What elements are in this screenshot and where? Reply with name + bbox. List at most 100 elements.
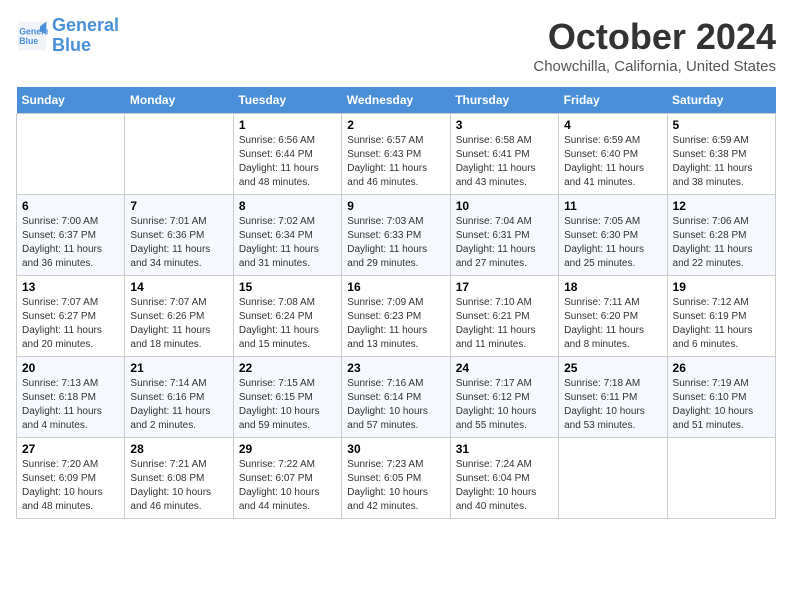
day-number: 20 <box>22 361 119 375</box>
day-number: 6 <box>22 199 119 213</box>
calendar-cell: 11 Sunrise: 7:05 AMSunset: 6:30 PMDayligh… <box>559 195 667 276</box>
main-title: October 2024 <box>533 16 776 58</box>
logo-line2: Blue <box>52 35 91 55</box>
day-number: 24 <box>456 361 553 375</box>
day-info: Sunrise: 7:22 AMSunset: 6:07 PMDaylight:… <box>239 458 336 514</box>
calendar-cell: 21Sunrise: 7:14 AMSunset: 6:16 PMDayligh… <box>125 357 233 438</box>
day-number: 28 <box>130 442 227 456</box>
day-info: Sunrise: 7:11 AMSunset: 6:20 PMDaylight:… <box>564 296 661 352</box>
header-wednesday: Wednesday <box>342 87 450 114</box>
calendar-header: Sunday Monday Tuesday Wednesday Thursday… <box>17 87 776 114</box>
day-number: 15 <box>239 280 336 294</box>
day-number: 9 <box>347 199 444 213</box>
calendar-week-5: 27Sunrise: 7:20 AMSunset: 6:09 PMDayligh… <box>17 438 776 519</box>
day-info: Sunrise: 7:07 AMSunset: 6:27 PMDaylight:… <box>22 296 119 352</box>
day-number: 1 <box>239 118 336 132</box>
calendar-week-2: 6 Sunrise: 7:00 AMSunset: 6:37 PMDaylight… <box>17 195 776 276</box>
day-number: 26 <box>673 361 770 375</box>
calendar-table: Sunday Monday Tuesday Wednesday Thursday… <box>16 87 776 519</box>
calendar-cell: 6 Sunrise: 7:00 AMSunset: 6:37 PMDaylight… <box>17 195 125 276</box>
day-number: 29 <box>239 442 336 456</box>
day-info: Sunrise: 7:14 AMSunset: 6:16 PMDaylight:… <box>130 377 227 433</box>
day-info: Sunrise: 7:06 AMSunset: 6:28 PMDaylight:… <box>673 215 770 271</box>
header-tuesday: Tuesday <box>233 87 341 114</box>
calendar-cell: 19Sunrise: 7:12 AMSunset: 6:19 PMDayligh… <box>667 276 775 357</box>
calendar-week-1: 1 Sunrise: 6:56 AMSunset: 6:44 PMDaylight… <box>17 114 776 195</box>
calendar-cell: 28 Sunrise: 7:21 AMSunset: 6:08 PMDayligh… <box>125 438 233 519</box>
day-info: Sunrise: 6:59 AMSunset: 6:38 PMDaylight:… <box>673 134 770 190</box>
day-number: 14 <box>130 280 227 294</box>
day-info: Sunrise: 7:21 AMSunset: 6:08 PMDaylight:… <box>130 458 227 514</box>
calendar-cell: 12 Sunrise: 7:06 AMSunset: 6:28 PMDayligh… <box>667 195 775 276</box>
day-info: Sunrise: 6:59 AMSunset: 6:40 PMDaylight:… <box>564 134 661 190</box>
calendar-cell: 17Sunrise: 7:10 AMSunset: 6:21 PMDayligh… <box>450 276 558 357</box>
title-block: October 2024 Chowchilla, California, Uni… <box>533 16 776 75</box>
day-number: 8 <box>239 199 336 213</box>
calendar-cell: 4 Sunrise: 6:59 AMSunset: 6:40 PMDaylight… <box>559 114 667 195</box>
subtitle: Chowchilla, California, United States <box>533 58 776 75</box>
header: General Blue General Blue October 2024 C… <box>16 16 776 75</box>
calendar-cell <box>17 114 125 195</box>
calendar-cell: 29 Sunrise: 7:22 AMSunset: 6:07 PMDayligh… <box>233 438 341 519</box>
logo-icon: General Blue <box>16 20 48 52</box>
calendar-cell: 15 Sunrise: 7:08 AMSunset: 6:24 PMDayligh… <box>233 276 341 357</box>
day-number: 13 <box>22 280 119 294</box>
calendar-cell: 9 Sunrise: 7:03 AMSunset: 6:33 PMDaylight… <box>342 195 450 276</box>
header-sunday: Sunday <box>17 87 125 114</box>
day-number: 31 <box>456 442 553 456</box>
day-info: Sunrise: 7:15 AMSunset: 6:15 PMDaylight:… <box>239 377 336 433</box>
day-number: 3 <box>456 118 553 132</box>
day-info: Sunrise: 7:18 AMSunset: 6:11 PMDaylight:… <box>564 377 661 433</box>
calendar-cell: 30 Sunrise: 7:23 AMSunset: 6:05 PMDayligh… <box>342 438 450 519</box>
calendar-cell: 20 Sunrise: 7:13 AMSunset: 6:18 PMDayligh… <box>17 357 125 438</box>
day-info: Sunrise: 7:20 AMSunset: 6:09 PMDaylight:… <box>22 458 119 514</box>
header-monday: Monday <box>125 87 233 114</box>
day-number: 2 <box>347 118 444 132</box>
calendar-cell: 8 Sunrise: 7:02 AMSunset: 6:34 PMDaylight… <box>233 195 341 276</box>
day-info: Sunrise: 7:07 AMSunset: 6:26 PMDaylight:… <box>130 296 227 352</box>
day-info: Sunrise: 7:09 AMSunset: 6:23 PMDaylight:… <box>347 296 444 352</box>
svg-text:Blue: Blue <box>19 36 38 46</box>
header-row: Sunday Monday Tuesday Wednesday Thursday… <box>17 87 776 114</box>
calendar-cell: 10Sunrise: 7:04 AMSunset: 6:31 PMDayligh… <box>450 195 558 276</box>
calendar-cell <box>667 438 775 519</box>
calendar-week-3: 13 Sunrise: 7:07 AMSunset: 6:27 PMDayligh… <box>17 276 776 357</box>
calendar-cell <box>559 438 667 519</box>
day-number: 22 <box>239 361 336 375</box>
header-saturday: Saturday <box>667 87 775 114</box>
day-number: 30 <box>347 442 444 456</box>
day-info: Sunrise: 7:02 AMSunset: 6:34 PMDaylight:… <box>239 215 336 271</box>
day-info: Sunrise: 6:56 AMSunset: 6:44 PMDaylight:… <box>239 134 336 190</box>
day-info: Sunrise: 6:57 AMSunset: 6:43 PMDaylight:… <box>347 134 444 190</box>
calendar-cell: 26Sunrise: 7:19 AMSunset: 6:10 PMDayligh… <box>667 357 775 438</box>
calendar-week-4: 20 Sunrise: 7:13 AMSunset: 6:18 PMDayligh… <box>17 357 776 438</box>
day-number: 7 <box>130 199 227 213</box>
calendar-cell: 22 Sunrise: 7:15 AMSunset: 6:15 PMDayligh… <box>233 357 341 438</box>
day-number: 11 <box>564 199 661 213</box>
day-number: 12 <box>673 199 770 213</box>
day-info: Sunrise: 7:24 AMSunset: 6:04 PMDaylight:… <box>456 458 553 514</box>
day-info: Sunrise: 7:03 AMSunset: 6:33 PMDaylight:… <box>347 215 444 271</box>
day-info: Sunrise: 7:05 AMSunset: 6:30 PMDaylight:… <box>564 215 661 271</box>
logo: General Blue General Blue <box>16 16 119 56</box>
day-number: 19 <box>673 280 770 294</box>
logo-text: General Blue <box>52 16 119 56</box>
day-number: 23 <box>347 361 444 375</box>
calendar-cell: 14 Sunrise: 7:07 AMSunset: 6:26 PMDayligh… <box>125 276 233 357</box>
day-number: 5 <box>673 118 770 132</box>
day-info: Sunrise: 7:04 AMSunset: 6:31 PMDaylight:… <box>456 215 553 271</box>
calendar-cell: 3 Sunrise: 6:58 AMSunset: 6:41 PMDaylight… <box>450 114 558 195</box>
day-info: Sunrise: 7:23 AMSunset: 6:05 PMDaylight:… <box>347 458 444 514</box>
calendar-cell: 24 Sunrise: 7:17 AMSunset: 6:12 PMDayligh… <box>450 357 558 438</box>
calendar-cell: 18Sunrise: 7:11 AMSunset: 6:20 PMDayligh… <box>559 276 667 357</box>
calendar-cell: 5 Sunrise: 6:59 AMSunset: 6:38 PMDaylight… <box>667 114 775 195</box>
day-number: 4 <box>564 118 661 132</box>
calendar-cell: 23 Sunrise: 7:16 AMSunset: 6:14 PMDayligh… <box>342 357 450 438</box>
day-info: Sunrise: 7:16 AMSunset: 6:14 PMDaylight:… <box>347 377 444 433</box>
day-info: Sunrise: 7:13 AMSunset: 6:18 PMDaylight:… <box>22 377 119 433</box>
day-info: Sunrise: 7:17 AMSunset: 6:12 PMDaylight:… <box>456 377 553 433</box>
day-info: Sunrise: 7:00 AMSunset: 6:37 PMDaylight:… <box>22 215 119 271</box>
day-info: Sunrise: 7:08 AMSunset: 6:24 PMDaylight:… <box>239 296 336 352</box>
day-info: Sunrise: 6:58 AMSunset: 6:41 PMDaylight:… <box>456 134 553 190</box>
calendar-cell: 7Sunrise: 7:01 AMSunset: 6:36 PMDaylight… <box>125 195 233 276</box>
